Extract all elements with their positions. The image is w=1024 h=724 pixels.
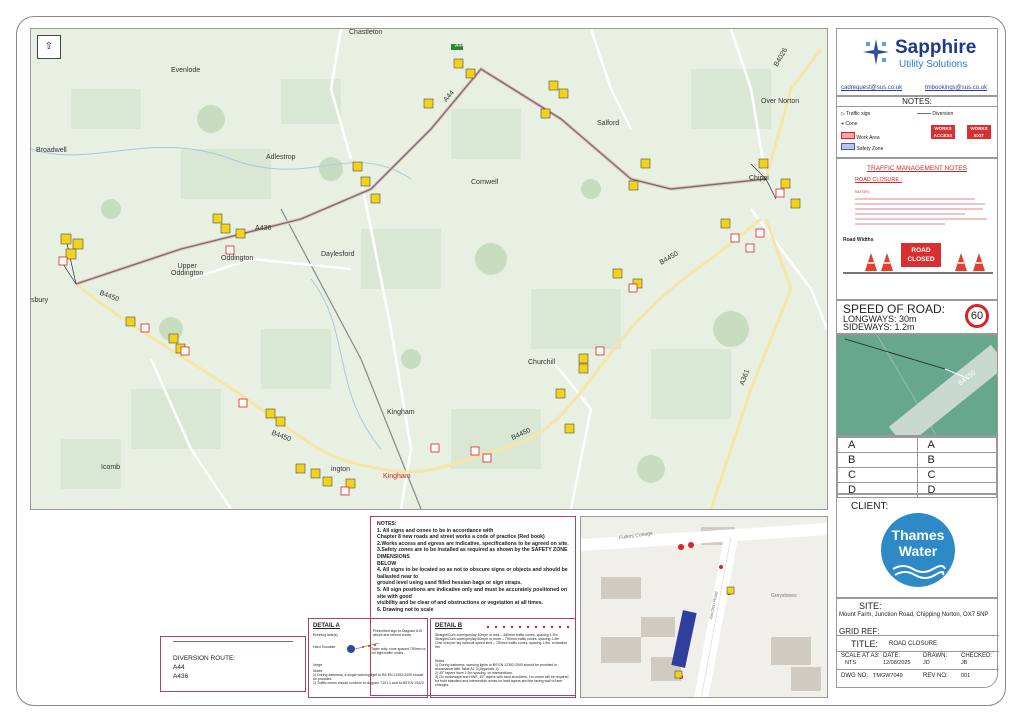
legend-title: NOTES: <box>837 97 997 107</box>
tm-notes-lines <box>855 198 987 225</box>
general-note-item: ground level using sand filled hessian b… <box>377 580 522 587</box>
client-name-line2: Water <box>898 543 938 559</box>
place-label-oddington: Oddington <box>221 255 254 262</box>
diversion-route-2: A436 <box>173 673 189 680</box>
place-label-broadwell: Broadwell <box>36 147 67 154</box>
email-cad-request[interactable]: cadrequest@sus.co.uk <box>841 85 902 91</box>
legend-item-work-area: Work Area <box>841 132 880 141</box>
scale-value: NTS <box>845 660 856 666</box>
site-label: SITE: <box>859 601 882 611</box>
speed-inset-map: B4450 <box>836 334 998 436</box>
works-access-sign: WORKS ACCESS <box>931 125 955 139</box>
table-row: BB <box>837 452 997 468</box>
place-label-churchill: Churchill <box>528 359 556 366</box>
road-label-a436: A436 <box>255 225 272 232</box>
site-inset-map[interactable]: Fullers Cottage Greystones Junction Road <box>580 516 828 698</box>
diversion-route-1: A44 <box>173 664 185 671</box>
table-row: CC <box>837 467 997 483</box>
place-label-kingham-station: Kingham <box>383 473 411 480</box>
table-row: AA <box>837 437 997 453</box>
email-tm-bookings[interactable]: tmbookings@sus.co.uk <box>925 85 987 91</box>
main-map[interactable]: ⇧ Chastleton Evenlode Broadwell Adlestro… <box>30 28 828 510</box>
place-label-chipping: Chippi <box>749 175 769 182</box>
checked-value: JB <box>961 660 968 666</box>
drawn-value: JD <box>923 660 930 666</box>
tm-notes-title: TRAFFIC MANAGEMENT NOTES <box>867 165 967 172</box>
place-label-bury: sbury <box>31 297 49 304</box>
tm-notes-panel: TRAFFIC MANAGEMENT NOTES ROAD CLOSURE : … <box>836 158 998 300</box>
sideways-value: SIDEWAYS: 1.2m <box>843 322 915 332</box>
water-waves-icon <box>892 565 946 579</box>
general-notes-title: NOTES: <box>377 521 397 527</box>
checked-label: CHECKED: <box>961 653 993 659</box>
legend-item-safety-zone: Safety Zone <box>841 143 883 152</box>
general-notes-box: NOTES: 1. All signs and cones to be in a… <box>370 516 576 696</box>
place-label-upper-oddington: Upper Oddington <box>171 263 204 277</box>
date-value: 12/08/2025 <box>883 660 911 666</box>
place-label-over-norton: Over Norton <box>761 98 800 105</box>
diversion-route-box: DIVERSION ROUTE: A44 A436 <box>160 636 306 692</box>
title-block: SITE: Mount Farm, Junction Road, Chippin… <box>836 598 999 688</box>
title-label: TITLE: <box>851 639 879 649</box>
dwg-value: TMGW7049 <box>873 673 903 679</box>
client-label: CLIENT: <box>851 501 889 512</box>
place-label-cornwell: Cornwell <box>471 179 499 186</box>
detail-a-title: DETAIL A <box>313 623 340 629</box>
general-note-item: visibility and be clear of and obstructi… <box>377 600 544 607</box>
site-address: Mount Farm, Junction Road, Chipping Nort… <box>839 612 989 618</box>
general-note-item: 3.Safety zones are to be installed as re… <box>377 547 568 560</box>
revision-table: AA BB CC DD <box>836 436 998 498</box>
date-label: DATE: <box>883 653 901 659</box>
client-panel: CLIENT: Thames Water <box>836 494 998 598</box>
road-widths-label: Road Widths <box>843 237 874 243</box>
inset-label-greystones: Greystones <box>771 593 797 599</box>
general-note-item: 4. All signs to be located so as not to … <box>377 567 568 580</box>
legend-panel: NOTES: ▷ Traffic sign Diversion ● Cone W… <box>836 96 998 158</box>
place-label-icomb: Icomb <box>101 464 121 471</box>
rev-value: 001 <box>961 673 971 679</box>
tm-notes-subtitle: ROAD CLOSURE : <box>855 177 903 183</box>
legend-item-traffic-sign: ▷ Traffic sign <box>841 111 871 117</box>
sapphire-star-icon <box>863 39 889 65</box>
rev-label: REV NO: <box>923 673 948 679</box>
speed-inset-canvas <box>837 335 997 435</box>
general-note-item: Chapter 8 new roads and street works a c… <box>377 534 545 541</box>
detail-a-verge: Verge <box>313 663 323 667</box>
general-note-item: 1. All signs and cones to be in accordan… <box>377 527 494 534</box>
tm-notes-label: NOTES: <box>855 189 870 194</box>
road-closed-sign: ROAD CLOSED <box>901 243 941 267</box>
general-note-item: 2.Works access and egress are indicative… <box>377 540 569 547</box>
place-label-kingham-village: Kingham <box>387 409 415 416</box>
works-exit-sign: WORKS EXIT <box>967 125 991 139</box>
general-note-item: 5. All sign positions are indicative onl… <box>377 586 568 600</box>
diversion-title: DIVERSION ROUTE: <box>173 655 236 662</box>
drawn-label: DRAWN: <box>923 653 948 659</box>
speed-panel: SPEED OF ROAD: LONGWAYS: 30m SIDEWAYS: 1… <box>836 300 998 334</box>
detail-a-hard-shoulder: Hard Shoulder <box>313 645 336 649</box>
logo-panel: Sapphire Utility Solutions cadrequest@su… <box>836 28 998 96</box>
road-shield-a44: A44 <box>455 43 464 49</box>
place-label-chastleton: Chastleton <box>349 29 383 36</box>
place-label-evenlode: Evenlode <box>171 67 201 74</box>
company-name: Sapphire <box>895 37 977 58</box>
general-note-item: 6. Drawing not to scale <box>377 606 434 613</box>
place-label-daylesford: Daylesford <box>321 251 355 258</box>
scale-label: SCALE AT A3: <box>841 653 880 659</box>
detail-a-running-lane: Running lane(s) <box>313 633 338 637</box>
place-label-salford: Salford <box>597 120 620 127</box>
dwg-label: DWG NO: <box>841 673 868 679</box>
client-name-line1: Thames <box>891 527 945 543</box>
legend-item-diversion: Diversion <box>917 111 953 117</box>
general-note-item: BELOW <box>377 560 397 567</box>
legend-item-cone: ● Cone <box>841 121 858 127</box>
company-subtitle: Utility Solutions <box>899 59 968 70</box>
title-value: ROAD CLOSURE <box>889 641 938 647</box>
place-label-adlestrop: Adlestrop <box>266 154 296 161</box>
thames-water-logo: Thames Water <box>881 513 955 587</box>
speed-limit-sign: 60 <box>965 304 989 328</box>
site-inset-canvas <box>581 517 827 697</box>
place-label-ington: ington <box>331 466 351 473</box>
